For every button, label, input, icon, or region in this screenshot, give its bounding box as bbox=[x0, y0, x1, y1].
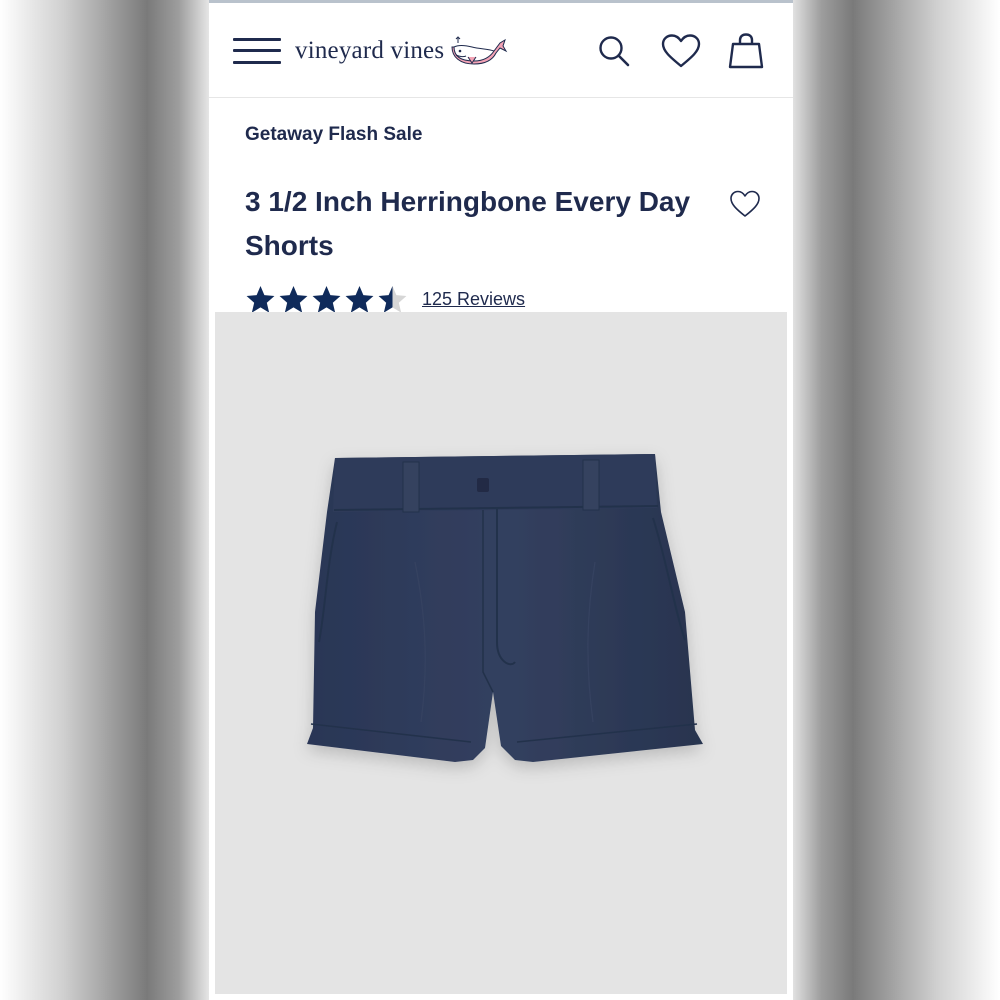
heart-icon[interactable] bbox=[659, 31, 703, 71]
rating-row: 125 Reviews bbox=[245, 282, 765, 316]
star-half-icon bbox=[378, 285, 407, 313]
navy-shorts-illustration bbox=[307, 454, 703, 762]
search-icon[interactable] bbox=[595, 31, 633, 71]
star-full-icon bbox=[345, 285, 374, 313]
mobile-page: vineyard vines Getaway Flash Sale 3 1/2 … bbox=[209, 0, 793, 1000]
brand-logo[interactable]: vineyard vines bbox=[295, 31, 508, 71]
heart-outline-icon[interactable] bbox=[729, 188, 761, 220]
reviews-link[interactable]: 125 Reviews bbox=[422, 289, 525, 310]
right-background-blur bbox=[790, 0, 1000, 1000]
hamburger-menu-icon[interactable] bbox=[233, 37, 281, 65]
brand-name: vineyard vines bbox=[295, 37, 445, 64]
whale-logo-icon bbox=[451, 36, 508, 65]
site-header: vineyard vines bbox=[209, 3, 793, 98]
promo-label: Getaway Flash Sale bbox=[245, 124, 423, 145]
star-full-icon bbox=[279, 285, 308, 313]
product-title: 3 1/2 Inch Herringbone Every Day Shorts bbox=[245, 186, 691, 261]
star-full-icon bbox=[246, 285, 275, 313]
star-full-icon bbox=[312, 285, 341, 313]
shopping-bag-icon[interactable] bbox=[727, 31, 765, 71]
product-image[interactable] bbox=[215, 312, 787, 994]
star-rating bbox=[245, 284, 408, 315]
title-row: 3 1/2 Inch Herringbone Every Day Shorts bbox=[245, 180, 765, 268]
product-info: Getaway Flash Sale 3 1/2 Inch Herringbon… bbox=[245, 110, 765, 316]
left-background-blur bbox=[0, 0, 210, 1000]
